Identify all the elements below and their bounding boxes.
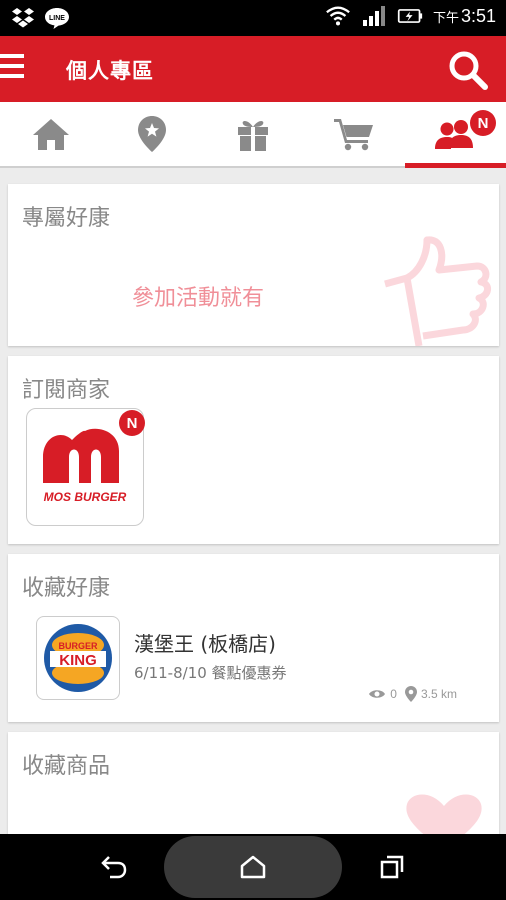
content-area[interactable]: 專屬好康 參加活動就有 訂閱商家 MOS BURGER N 收藏好康 BURGE… bbox=[0, 170, 506, 834]
wifi-icon bbox=[325, 4, 351, 28]
empty-message: 參加活動就有 bbox=[131, 286, 264, 311]
section-title: 專屬好康 bbox=[22, 206, 111, 231]
subscribed-stores-card: 訂閱商家 MOS BURGER N bbox=[8, 356, 499, 544]
exclusive-deals-card[interactable]: 專屬好康 參加活動就有 bbox=[8, 184, 499, 346]
tab-gift[interactable] bbox=[202, 102, 303, 166]
back-icon[interactable] bbox=[84, 834, 144, 900]
location-star-icon bbox=[137, 116, 166, 152]
system-nav-bar bbox=[0, 834, 506, 900]
saved-deals-card: 收藏好康 BURGER KING 漢堡王 (板橋店) 6/11-8/10 餐點優… bbox=[8, 554, 499, 722]
status-clock: 下午 3:51 bbox=[432, 5, 496, 26]
home-button[interactable] bbox=[164, 836, 342, 898]
hamburger-menu-icon[interactable] bbox=[0, 54, 28, 84]
saved-products-card: 收藏商品 bbox=[8, 732, 499, 834]
tab-home[interactable] bbox=[0, 102, 101, 166]
recents-icon[interactable] bbox=[362, 834, 422, 900]
page-title: 個人專區 bbox=[66, 59, 154, 83]
svg-text:LINE: LINE bbox=[49, 15, 65, 22]
thumbs-up-icon bbox=[384, 236, 491, 346]
home-icon bbox=[32, 119, 69, 150]
section-title: 收藏商品 bbox=[22, 754, 111, 779]
tab-personal[interactable]: N bbox=[404, 102, 506, 168]
view-count: 0 bbox=[390, 687, 397, 701]
svg-text:MOS BURGER: MOS BURGER bbox=[44, 490, 127, 504]
distance: 3.5 km bbox=[420, 687, 457, 701]
store-notification-badge: N bbox=[119, 410, 145, 436]
deal-store-name: 漢堡王 (板橋店) bbox=[134, 632, 276, 656]
deal-logo-burger-king: BURGER KING bbox=[36, 616, 120, 700]
app-bar: 個人專區 bbox=[0, 36, 506, 102]
tab-cart[interactable] bbox=[304, 102, 405, 166]
svg-text:KING: KING bbox=[59, 652, 97, 669]
battery-icon bbox=[397, 4, 423, 28]
home-icon bbox=[240, 855, 266, 879]
eye-icon bbox=[369, 690, 386, 698]
status-bar: LINE 下午 3:51 bbox=[0, 0, 506, 36]
tab-location[interactable] bbox=[101, 102, 202, 166]
tab-bar: N bbox=[0, 102, 506, 168]
section-title: 收藏好康 bbox=[22, 576, 111, 601]
deal-item[interactable]: BURGER KING 漢堡王 (板橋店) 6/11-8/10 餐點優惠券 0 … bbox=[8, 604, 499, 704]
signal-icon bbox=[361, 4, 387, 28]
cart-icon bbox=[334, 119, 374, 151]
notification-badge: N bbox=[470, 110, 497, 136]
line-icon: LINE bbox=[44, 6, 70, 30]
location-pin-icon bbox=[404, 686, 417, 702]
gift-icon bbox=[238, 120, 268, 151]
svg-text:BURGER: BURGER bbox=[58, 641, 98, 651]
dropbox-icon bbox=[10, 6, 36, 30]
search-icon[interactable] bbox=[446, 48, 490, 92]
deal-meta: 0 3.5 km bbox=[368, 686, 457, 702]
deal-description: 6/11-8/10 餐點優惠券 bbox=[134, 664, 287, 682]
section-title: 訂閱商家 bbox=[22, 378, 111, 403]
heart-icon bbox=[406, 794, 482, 834]
